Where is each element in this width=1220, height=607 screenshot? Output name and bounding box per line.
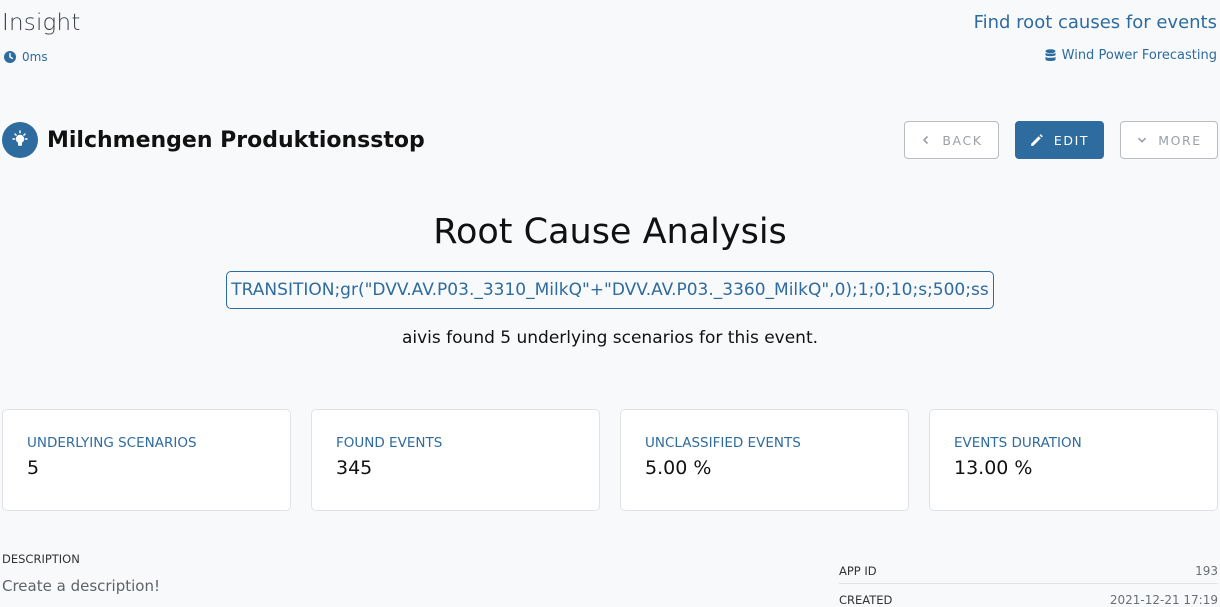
edit-label: EDIT xyxy=(1053,132,1090,148)
back-label: BACK xyxy=(942,132,983,148)
app-id-value: 193 xyxy=(1195,564,1218,578)
stat-card-unclassified-events: UNCLASSIFIED EVENTS 5.00 % xyxy=(620,409,909,511)
stat-value: 5 xyxy=(27,457,40,479)
stat-value: 345 xyxy=(336,457,373,479)
insight-page: Insight 0ms Find root causes for events … xyxy=(0,0,1220,607)
stat-card-underlying-scenarios: UNDERLYING SCENARIOS 5 xyxy=(2,409,291,511)
stat-label: UNCLASSIFIED EVENTS xyxy=(645,435,801,451)
chevron-left-icon xyxy=(923,135,929,145)
meta-app-id: APP ID 193 xyxy=(839,560,1218,582)
description-label: DESCRIPTION xyxy=(2,552,80,566)
insight-name: Milchmengen Produktionsstop xyxy=(47,127,425,153)
stat-card-found-events: FOUND EVENTS 345 xyxy=(311,409,600,511)
more-label: MORE xyxy=(1158,132,1202,148)
clock-icon xyxy=(4,51,16,63)
page-context-title: Find root causes for events xyxy=(973,12,1217,33)
created-value: 2021-12-21 17:19 xyxy=(1109,593,1218,607)
lightbulb-icon xyxy=(12,130,28,146)
app-id-label: APP ID xyxy=(839,564,877,578)
stat-label: EVENTS DURATION xyxy=(954,435,1082,451)
insight-header: Milchmengen Produktionsstop xyxy=(2,122,425,158)
pencil-icon xyxy=(1031,134,1043,146)
event-definition[interactable]: TRANSITION;gr("DVV.AV.P03._3310_MilkQ"+"… xyxy=(226,271,994,309)
stat-card-events-duration: EVENTS DURATION 13.00 % xyxy=(929,409,1218,511)
created-label: CREATED xyxy=(839,593,893,607)
timer: 0ms xyxy=(4,50,48,64)
timer-value: 0ms xyxy=(22,50,48,64)
meta-divider xyxy=(839,583,1218,584)
analysis-title: Root Cause Analysis xyxy=(433,212,787,252)
more-button[interactable]: MORE xyxy=(1120,121,1218,159)
stat-value: 13.00 % xyxy=(954,457,1033,479)
database-icon xyxy=(1045,49,1056,61)
project-link[interactable]: Wind Power Forecasting xyxy=(1045,48,1217,63)
edit-button[interactable]: EDIT xyxy=(1015,121,1104,159)
stat-label: UNDERLYING SCENARIOS xyxy=(27,435,197,451)
description-field[interactable]: Create a description! xyxy=(2,577,160,595)
back-button[interactable]: BACK xyxy=(904,121,999,159)
stat-label: FOUND EVENTS xyxy=(336,435,443,451)
app-title: Insight xyxy=(2,10,81,36)
meta-created: CREATED 2021-12-21 17:19 xyxy=(839,592,1218,607)
analysis-summary: aivis found 5 underlying scenarios for t… xyxy=(401,328,819,348)
stat-value: 5.00 % xyxy=(645,457,712,479)
project-name: Wind Power Forecasting xyxy=(1061,48,1217,63)
insight-badge xyxy=(2,122,38,158)
chevron-down-icon xyxy=(1138,137,1147,143)
